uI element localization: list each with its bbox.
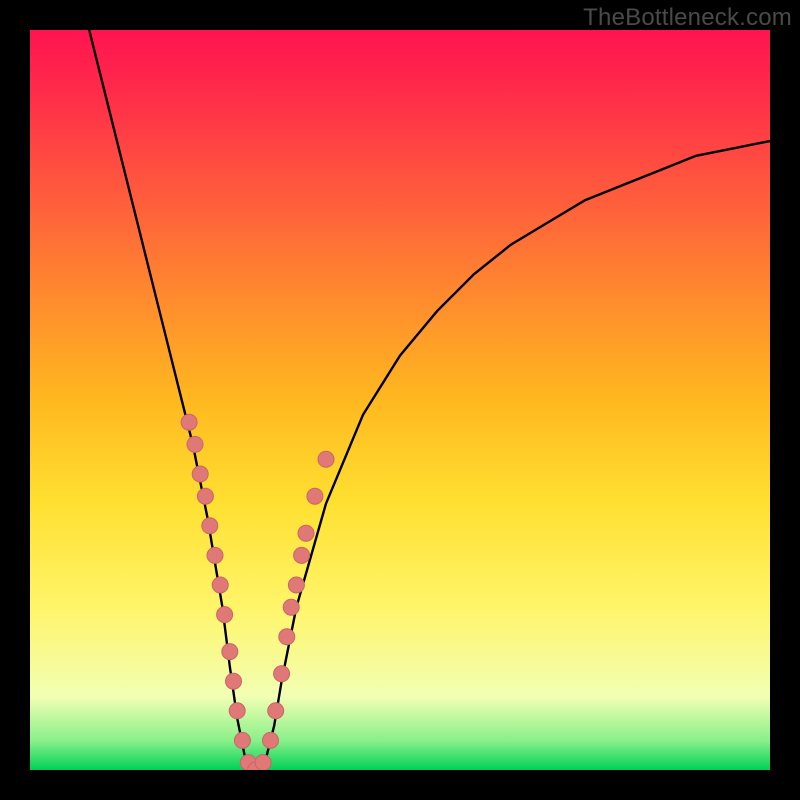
outer-frame: TheBottleneck.com (0, 0, 800, 800)
highlight-dot (274, 666, 290, 682)
highlight-dot (279, 629, 295, 645)
highlight-dot (229, 703, 245, 719)
highlight-dot (307, 488, 323, 504)
highlight-dot (207, 547, 223, 563)
highlight-dot (217, 607, 233, 623)
highlight-dot (263, 732, 279, 748)
highlight-dot (255, 755, 271, 770)
chart-svg (30, 30, 770, 770)
highlight-dots (181, 414, 334, 770)
highlight-dot (187, 436, 203, 452)
highlight-dot (197, 488, 213, 504)
highlight-dot (181, 414, 197, 430)
highlight-dot (288, 577, 304, 593)
highlight-dot (268, 703, 284, 719)
highlight-dot (318, 451, 334, 467)
bottleneck-curve (89, 30, 770, 770)
highlight-dot (294, 547, 310, 563)
highlight-dot (212, 577, 228, 593)
highlight-dot (298, 525, 314, 541)
highlight-dot (202, 518, 218, 534)
highlight-dot (192, 466, 208, 482)
highlight-dot (222, 644, 238, 660)
chart-plot-area (30, 30, 770, 770)
highlight-dot (226, 673, 242, 689)
highlight-dot (283, 599, 299, 615)
highlight-dot (234, 732, 250, 748)
watermark-text: TheBottleneck.com (583, 4, 792, 32)
